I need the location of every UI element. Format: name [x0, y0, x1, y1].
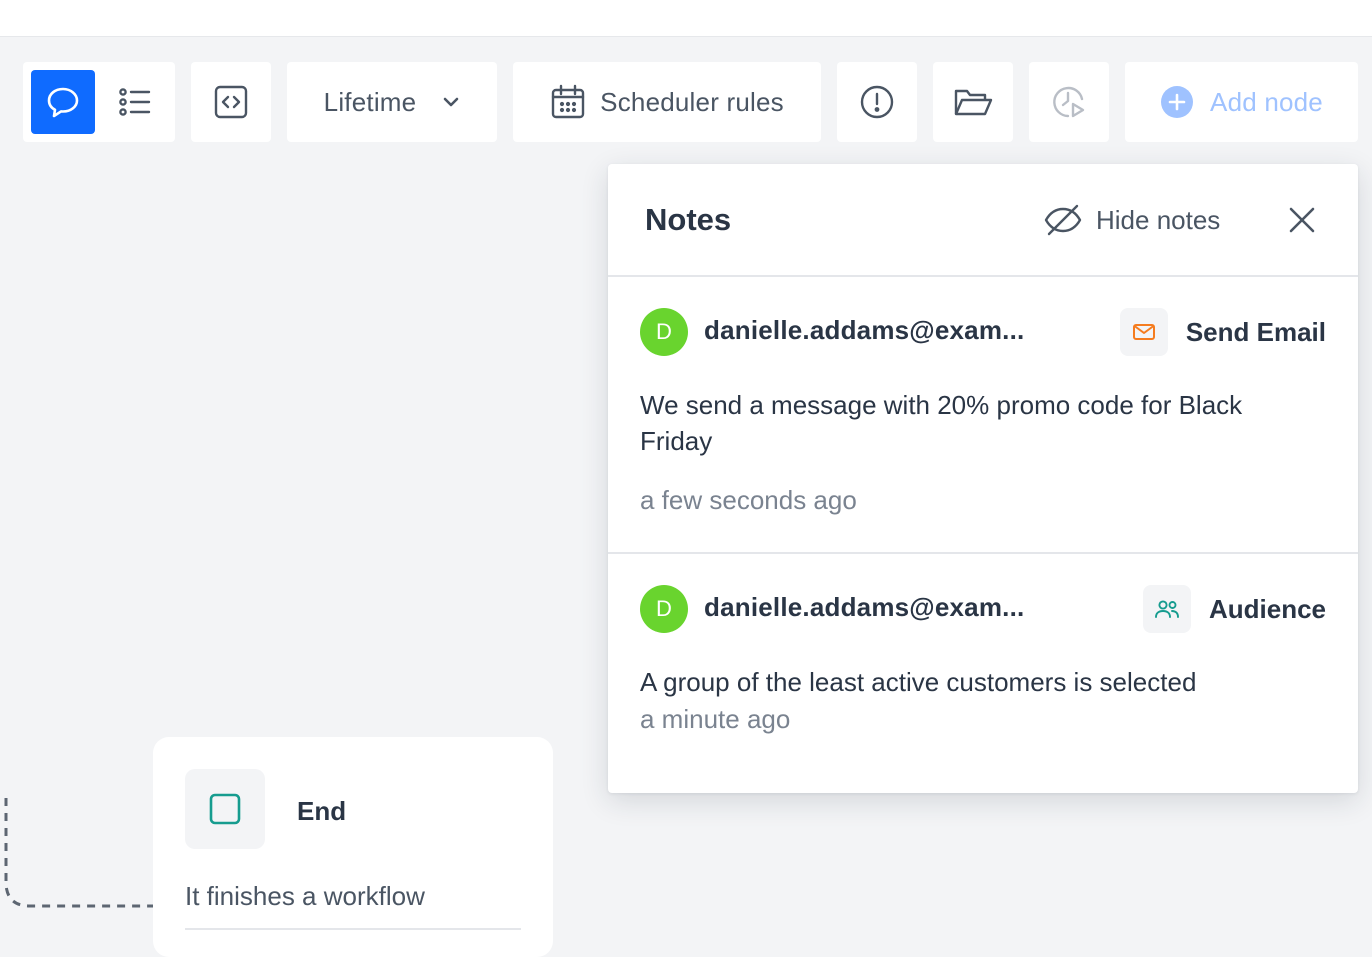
- clock-play-icon: [1053, 86, 1085, 118]
- end-node-divider: [185, 928, 521, 930]
- list-icon: [119, 88, 151, 116]
- note-timestamp: a minute ago: [640, 704, 791, 734]
- alerts-button[interactable]: [837, 62, 917, 142]
- users-icon: [1155, 600, 1179, 618]
- note-text: A group of the least active customers is…: [640, 667, 1197, 697]
- top-bar: [0, 0, 1372, 37]
- note-timestamp: a few seconds ago: [640, 485, 857, 515]
- scheduler-rules-button[interactable]: Scheduler rules: [513, 62, 821, 142]
- hide-notes-label: Hide notes: [1096, 204, 1221, 235]
- notes-view-button[interactable]: [31, 70, 95, 134]
- calendar-icon: [551, 84, 585, 119]
- note-item: D danielle.addams@exam... Audience A gro…: [608, 554, 1358, 793]
- note-author: danielle.addams@exam...: [704, 315, 1025, 345]
- lifetime-dropdown[interactable]: Lifetime: [287, 62, 497, 142]
- avatar: D: [640, 308, 688, 356]
- add-node-button: Add node: [1125, 62, 1358, 142]
- code-button[interactable]: [191, 62, 271, 142]
- note-author: danielle.addams@exam...: [704, 592, 1025, 622]
- note-node-link-send-email[interactable]: Send Email: [1119, 308, 1326, 356]
- close-notes-button[interactable]: [1284, 202, 1320, 238]
- speech-bubble-icon: [47, 87, 79, 118]
- run-history-button: [1029, 62, 1109, 142]
- chevron-down-icon: [444, 97, 459, 107]
- note-node-label: Audience: [1208, 593, 1326, 624]
- open-folder-button[interactable]: [933, 62, 1013, 142]
- note-text: We send a message with 20% promo code fo…: [640, 390, 1243, 456]
- notes-header: Notes Hide notes: [608, 164, 1358, 277]
- notes-title: Notes: [645, 202, 732, 237]
- list-view-button[interactable]: [103, 70, 167, 134]
- note-item: D danielle.addams@exam... Send Email We …: [608, 277, 1358, 554]
- scheduler-rules-label: Scheduler rules: [600, 86, 784, 117]
- envelope-icon: [1132, 324, 1155, 340]
- node-icon-box: [1119, 308, 1168, 356]
- view-toggle-group: [23, 62, 175, 142]
- lifetime-label: Lifetime: [323, 86, 417, 117]
- exclamation-circle-icon: [860, 85, 894, 119]
- note-node-label: Send Email: [1185, 316, 1326, 347]
- close-icon: [1289, 207, 1315, 233]
- eye-slash-icon: [1044, 204, 1082, 236]
- folder-open-icon: [954, 89, 993, 116]
- workflow-connector: [4, 798, 160, 908]
- end-node-title: End: [297, 796, 347, 826]
- end-node-card[interactable]: End It finishes a workflow: [153, 737, 553, 957]
- code-icon: [214, 85, 248, 119]
- hide-notes-button[interactable]: Hide notes: [1044, 200, 1220, 240]
- node-icon-box: [1142, 585, 1191, 633]
- stop-square-icon: [209, 793, 241, 825]
- add-node-label: Add node: [1210, 86, 1323, 117]
- notes-panel: Notes Hide notes D danielle.addams@exam.…: [608, 164, 1358, 793]
- note-node-link-audience[interactable]: Audience: [1142, 585, 1326, 633]
- avatar: D: [640, 585, 688, 633]
- end-node-icon-box: [185, 769, 265, 849]
- end-node-description: It finishes a workflow: [185, 881, 425, 911]
- plus-circle-icon: [1161, 86, 1194, 118]
